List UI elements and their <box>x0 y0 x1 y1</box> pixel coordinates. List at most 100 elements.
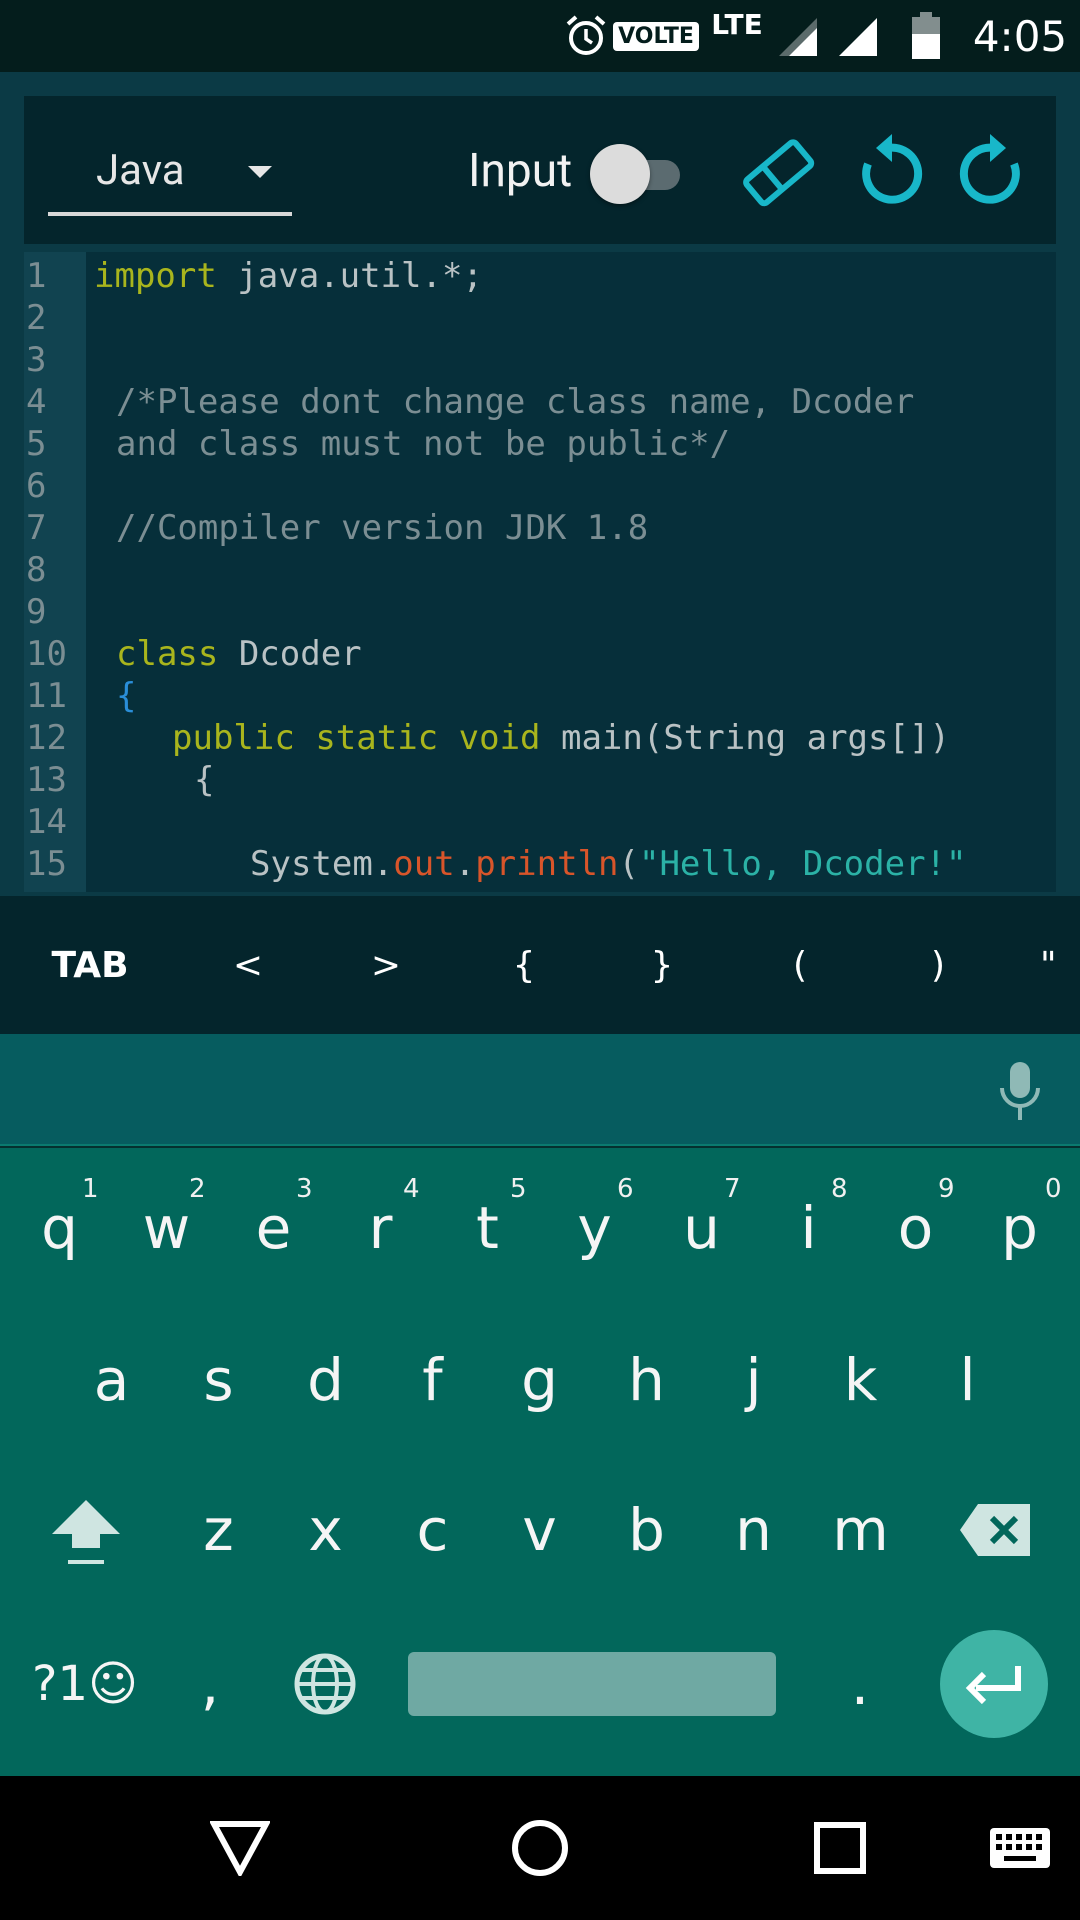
code-line: 2 <box>24 297 1056 339</box>
code-line: 6 <box>24 465 1056 507</box>
key-d[interactable]: d <box>272 1320 379 1440</box>
less-than-key[interactable]: < <box>188 896 308 1034</box>
microphone-icon[interactable] <box>990 1060 1050 1124</box>
close-brace-key[interactable]: } <box>602 896 722 1034</box>
open-paren-key[interactable]: ( <box>740 896 860 1034</box>
redo-icon[interactable] <box>952 130 1036 214</box>
backspace-icon <box>960 1504 1030 1556</box>
key-r[interactable]: r <box>327 1168 434 1288</box>
greater-than-key[interactable]: > <box>326 896 446 1034</box>
back-button[interactable] <box>180 1776 300 1920</box>
code-line: 15 System.out.println("Hello, Dcoder!" <box>24 843 1056 885</box>
key-p[interactable]: p <box>966 1168 1073 1288</box>
globe-icon <box>294 1653 356 1715</box>
language-switch-key[interactable] <box>270 1628 380 1740</box>
code-text: and class must not be public*/ <box>116 424 731 464</box>
key-z[interactable]: z <box>165 1470 272 1590</box>
battery-icon <box>904 0 948 72</box>
input-toggle[interactable] <box>590 144 686 204</box>
code-editor[interactable]: 1 import java.util.*; 2 3 4 /*Please dont … <box>24 252 1056 892</box>
code-text: System.out.println("Hello, Dcoder!" <box>250 844 967 884</box>
eraser-icon[interactable] <box>736 130 820 214</box>
language-dropdown[interactable]: Java <box>48 136 292 216</box>
key-i[interactable]: i <box>755 1168 862 1288</box>
volte-label: VOLTE <box>613 21 699 51</box>
soft-keyboard: 1 2 3 4 5 6 7 8 9 0 q w e r t y u i o p … <box>0 1148 1080 1776</box>
key-h[interactable]: h <box>593 1320 700 1440</box>
code-line: 4 /*Please dont change class name, Dcoder <box>24 381 1056 423</box>
line-number: 5 <box>26 424 47 464</box>
line-number: 4 <box>26 382 47 422</box>
line-number: 11 <box>26 676 67 716</box>
line-number: 12 <box>26 718 67 758</box>
editor-toolbar: Java Input <box>24 96 1056 244</box>
code-line: 9 <box>24 591 1056 633</box>
code-line: 11 { <box>24 675 1056 717</box>
code-line: 12 public static void main(String args[]) <box>24 717 1056 759</box>
quote-key[interactable]: " <box>1040 896 1080 1034</box>
code-line: 14 <box>24 801 1056 843</box>
key-j[interactable]: j <box>700 1320 807 1440</box>
recents-button[interactable] <box>780 1776 900 1920</box>
key-t[interactable]: t <box>434 1168 541 1288</box>
home-circle-icon <box>512 1820 568 1876</box>
enter-icon <box>965 1666 1021 1704</box>
status-bar: VOLTE LTE 4:05 <box>0 0 1080 72</box>
open-brace-key[interactable]: { <box>464 896 584 1034</box>
volte-badge: VOLTE <box>613 0 699 72</box>
code-text: { <box>116 676 137 716</box>
line-number: 14 <box>26 802 67 842</box>
key-l[interactable]: l <box>914 1320 1021 1440</box>
enter-key[interactable] <box>940 1630 1048 1738</box>
close-paren-key[interactable]: ) <box>878 896 998 1034</box>
space-bar[interactable] <box>408 1652 776 1716</box>
input-toggle-label: Input <box>468 144 573 198</box>
key-y[interactable]: y <box>541 1168 648 1288</box>
keyboard-switch-button[interactable] <box>960 1776 1080 1920</box>
key-m[interactable]: m <box>807 1470 914 1590</box>
line-number: 3 <box>26 340 47 380</box>
key-k[interactable]: k <box>807 1320 914 1440</box>
key-f[interactable]: f <box>379 1320 486 1440</box>
recents-square-icon <box>814 1822 866 1874</box>
key-u[interactable]: u <box>648 1168 755 1288</box>
key-b[interactable]: b <box>593 1470 700 1590</box>
tab-key[interactable]: TAB <box>30 896 150 1034</box>
symbols-key[interactable]: ?1☺ <box>20 1628 150 1740</box>
line-number: 8 <box>26 550 47 590</box>
key-a[interactable]: a <box>58 1320 165 1440</box>
network-type: LTE <box>702 0 772 72</box>
key-w[interactable]: w <box>113 1168 220 1288</box>
shift-key[interactable] <box>30 1470 142 1590</box>
home-button[interactable] <box>480 1776 600 1920</box>
code-line: 1 import java.util.*; <box>24 255 1056 297</box>
signal-icon-1 <box>772 0 822 72</box>
key-c[interactable]: c <box>379 1470 486 1590</box>
code-line: 5 and class must not be public*/ <box>24 423 1056 465</box>
code-text: { <box>194 760 215 800</box>
line-number: 2 <box>26 298 47 338</box>
code-line: 10 class Dcoder <box>24 633 1056 675</box>
code-line: 7 //Compiler version JDK 1.8 <box>24 507 1056 549</box>
key-x[interactable]: x <box>272 1470 379 1590</box>
period-key[interactable]: . <box>820 1628 900 1740</box>
undo-icon[interactable] <box>846 130 930 214</box>
code-text: //Compiler version JDK 1.8 <box>116 508 649 548</box>
screen: VOLTE LTE 4:05 Java Input 1 import java.… <box>0 0 1080 1920</box>
key-e[interactable]: e <box>220 1168 327 1288</box>
key-v[interactable]: v <box>486 1470 593 1590</box>
extra-keys-bar: TAB < > { } ( ) " <box>0 896 1080 1034</box>
line-number: 10 <box>26 634 67 674</box>
code-line: 13 { <box>24 759 1056 801</box>
signal-icon-2 <box>832 0 882 72</box>
comma-key[interactable]: , <box>170 1628 250 1740</box>
key-n[interactable]: n <box>700 1470 807 1590</box>
code-text: import java.util.*; <box>94 256 483 296</box>
toggle-thumb <box>590 144 650 204</box>
key-s[interactable]: s <box>165 1320 272 1440</box>
key-o[interactable]: o <box>862 1168 969 1288</box>
line-number: 7 <box>26 508 47 548</box>
key-g[interactable]: g <box>486 1320 593 1440</box>
backspace-key[interactable] <box>940 1470 1052 1590</box>
key-q[interactable]: q <box>6 1168 113 1288</box>
